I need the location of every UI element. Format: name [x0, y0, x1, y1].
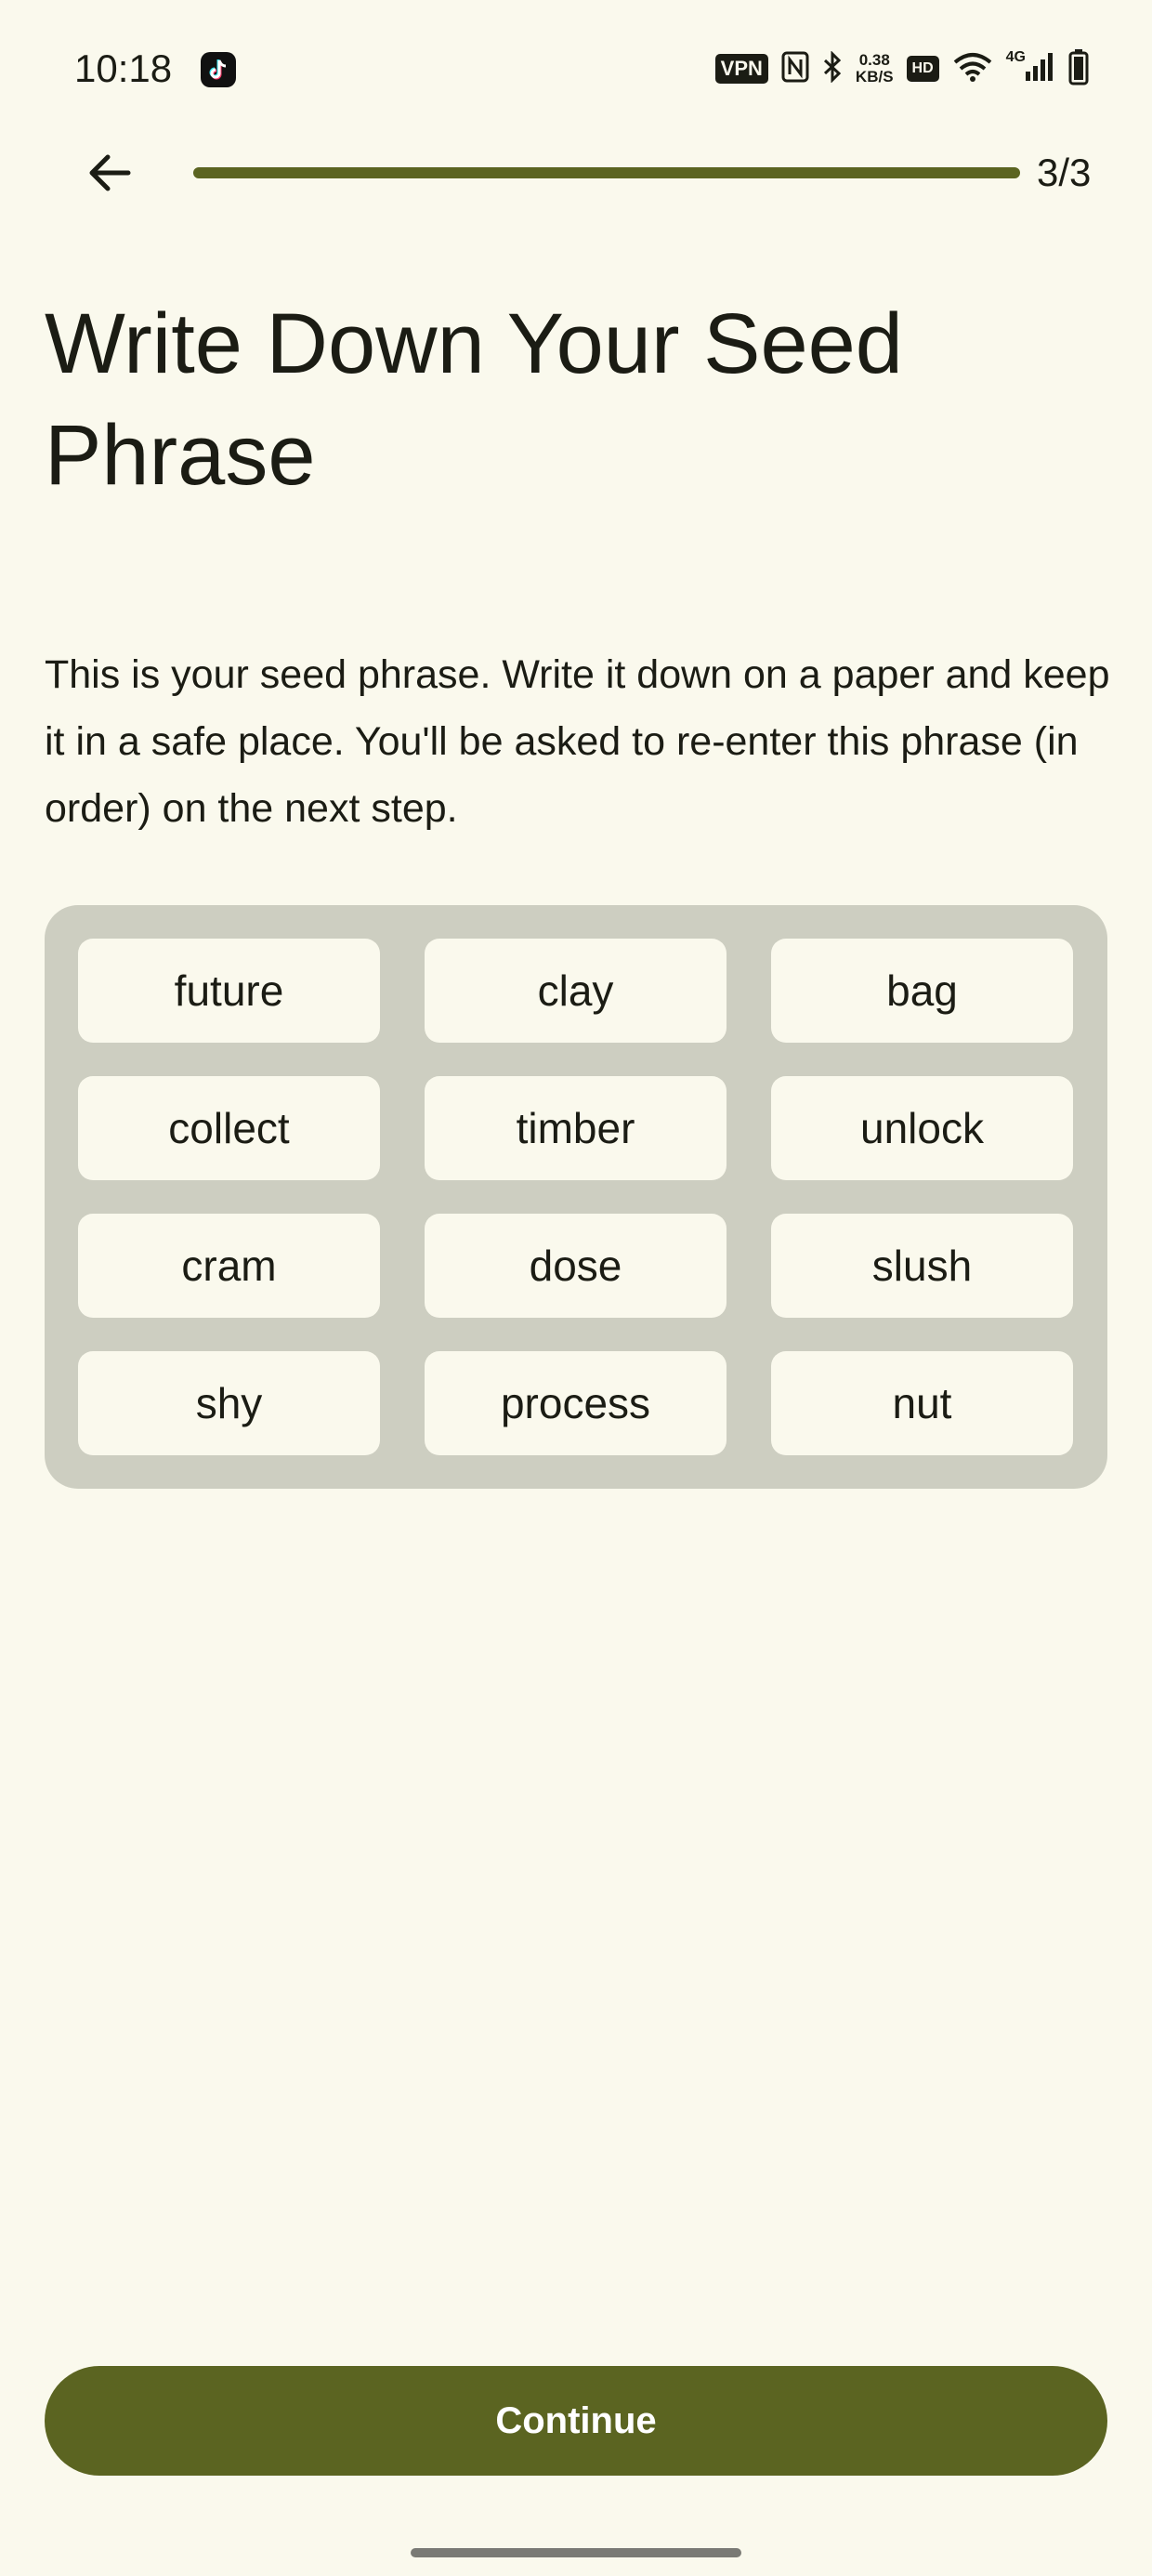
progress-bar	[193, 167, 1020, 178]
arrow-back-icon	[89, 154, 131, 191]
status-bar: 10:18 VPN 0.38 KB/S HD 4G	[0, 0, 1152, 139]
progress-fill	[193, 167, 1020, 178]
top-bar: 3/3	[0, 130, 1152, 214]
battery-icon	[1068, 48, 1089, 90]
speed-value: 0.38	[858, 51, 890, 69]
seed-word: process	[425, 1351, 727, 1455]
seed-word: shy	[78, 1351, 380, 1455]
tiktok-icon	[201, 52, 236, 87]
network-type: 4G	[1005, 49, 1026, 65]
network-speed: 0.38 KB/S	[856, 52, 894, 85]
nfc-icon	[781, 51, 809, 87]
seed-word: cram	[78, 1214, 380, 1318]
description-text: This is your seed phrase. Write it down …	[45, 652, 1110, 831]
status-icons: VPN 0.38 KB/S HD 4G	[714, 48, 1089, 90]
seed-phrase-grid: future clay bag collect timber unlock cr…	[45, 905, 1107, 1489]
page-title: Write Down Your Seed Phrase	[45, 296, 903, 503]
wifi-icon	[952, 51, 993, 87]
hd-badge: HD	[906, 56, 939, 82]
bluetooth-icon	[822, 49, 843, 87]
seed-word: bag	[771, 939, 1073, 1043]
speed-unit: KB/S	[855, 68, 894, 85]
seed-word: nut	[771, 1351, 1073, 1455]
status-time: 10:18	[74, 46, 173, 90]
seed-word: dose	[425, 1214, 727, 1318]
signal-icon	[1024, 51, 1055, 87]
vpn-badge: VPN	[714, 54, 768, 84]
step-counter: 3/3	[1037, 151, 1092, 194]
seed-word: slush	[771, 1214, 1073, 1318]
continue-button[interactable]: Continue	[45, 2366, 1107, 2476]
seed-word: collect	[78, 1076, 380, 1180]
seed-word: future	[78, 939, 380, 1043]
back-button[interactable]	[71, 134, 149, 212]
seed-word: unlock	[771, 1076, 1073, 1180]
home-indicator[interactable]	[411, 2548, 741, 2557]
seed-word: clay	[425, 939, 727, 1043]
seed-word: timber	[425, 1076, 727, 1180]
